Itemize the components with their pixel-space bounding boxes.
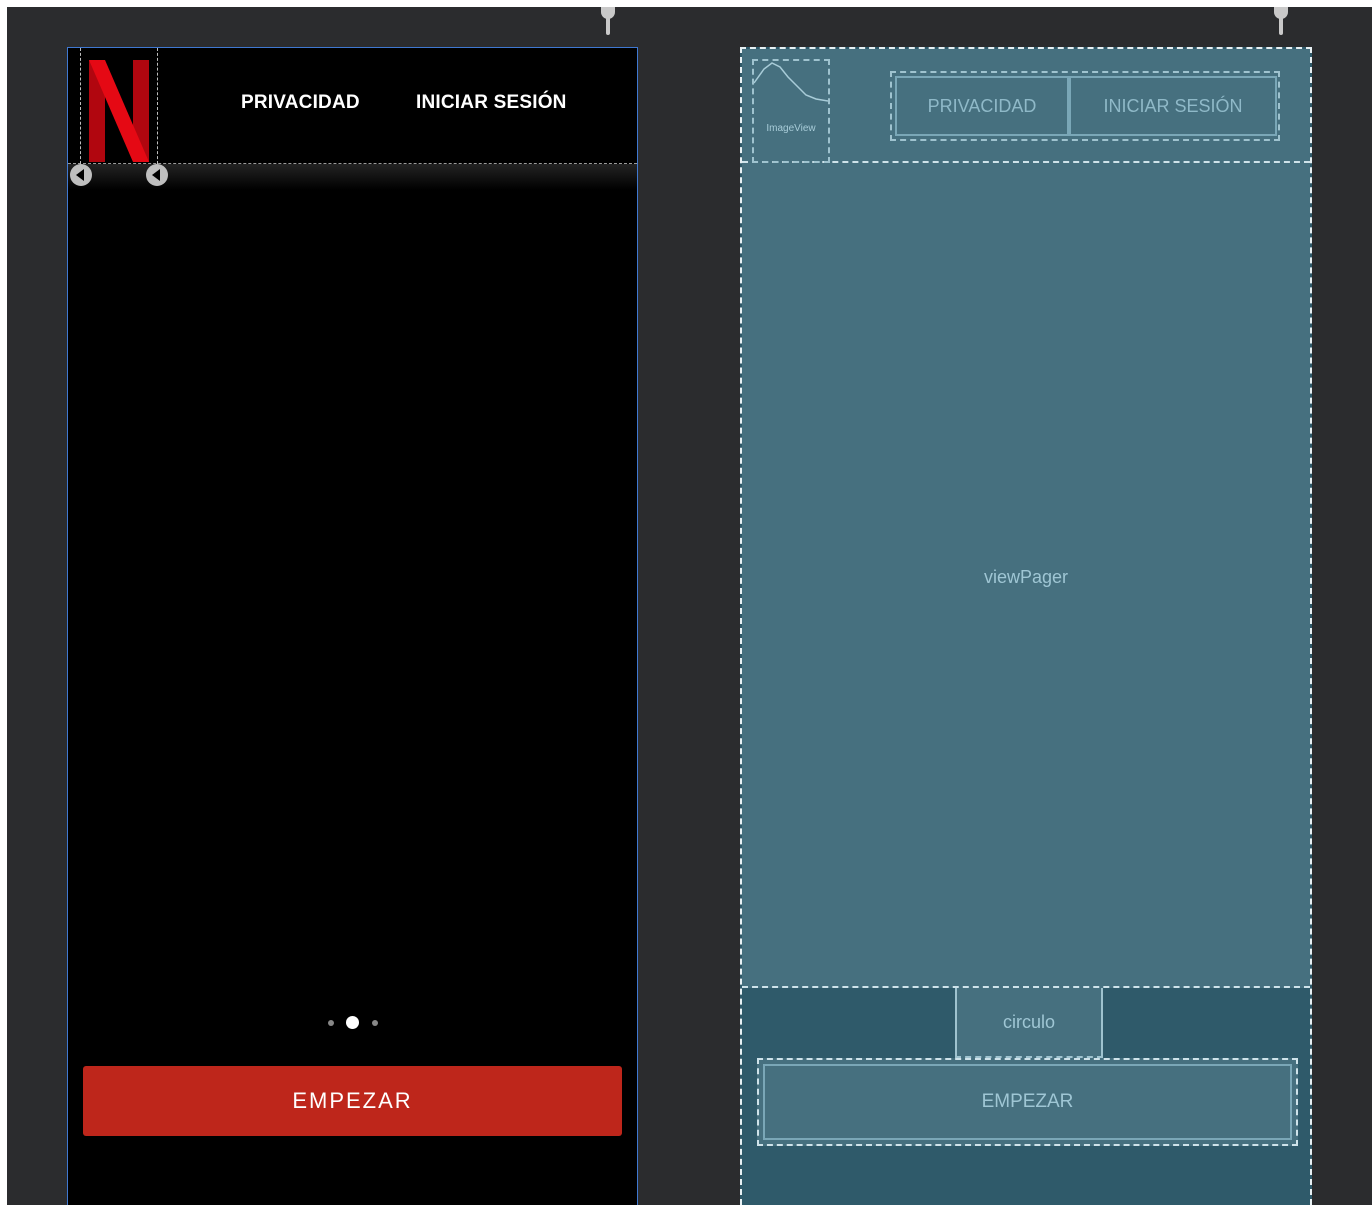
blueprint-toolbar[interactable]: ImageView PRIVACIDAD INICIAR SESIÓN xyxy=(742,49,1310,163)
logo-image-view[interactable] xyxy=(80,48,158,164)
blueprint-privacy-link[interactable]: PRIVACIDAD xyxy=(895,76,1069,136)
blueprint-start-button-label: EMPEZAR xyxy=(763,1064,1292,1140)
netflix-logo-icon xyxy=(89,60,149,162)
design-preview[interactable]: PRIVACIDAD INICIAR SESIÓN EMPEZAR xyxy=(67,47,638,1205)
blueprint-circle-indicator[interactable]: circulo xyxy=(955,988,1103,1058)
page-indicator xyxy=(326,1016,386,1030)
start-button[interactable]: EMPEZAR xyxy=(83,1066,622,1136)
constraint-handle-icon[interactable] xyxy=(69,163,93,187)
view-pager-label: viewPager xyxy=(983,567,1069,587)
blueprint-image-view[interactable]: ImageView xyxy=(752,59,830,163)
blueprint-start-button[interactable]: EMPEZAR xyxy=(757,1058,1298,1146)
image-view-label: ImageView xyxy=(766,123,816,134)
login-link[interactable]: INICIAR SESIÓN xyxy=(416,92,567,114)
privacy-link[interactable]: PRIVACIDAD xyxy=(241,92,360,114)
constraint-handle-icon[interactable] xyxy=(145,163,169,187)
pin-icon[interactable] xyxy=(600,7,616,37)
pin-icon[interactable] xyxy=(1273,7,1289,37)
blueprint-login-link[interactable]: INICIAR SESIÓN xyxy=(1069,76,1277,136)
indicator-dot xyxy=(328,1020,334,1026)
indicator-dot-active xyxy=(346,1016,359,1029)
blueprint-preview[interactable]: ImageView PRIVACIDAD INICIAR SESIÓN view… xyxy=(740,47,1312,1205)
blueprint-view-pager[interactable]: viewPager xyxy=(742,163,1310,988)
image-placeholder-icon xyxy=(754,62,828,102)
blueprint-link-group[interactable]: PRIVACIDAD INICIAR SESIÓN xyxy=(890,71,1280,141)
indicator-dot xyxy=(372,1020,378,1026)
